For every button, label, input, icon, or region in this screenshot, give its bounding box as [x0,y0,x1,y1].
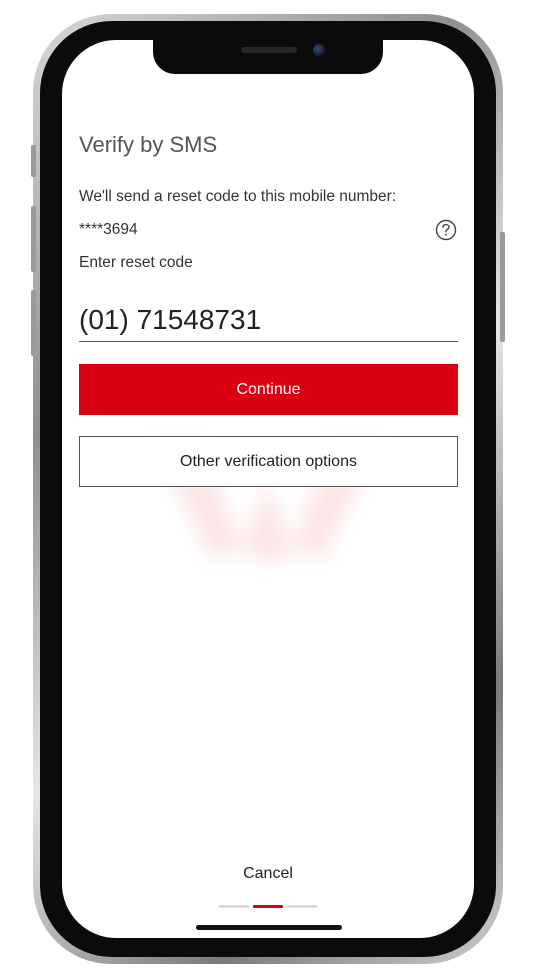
cancel-button[interactable]: Cancel [62,864,474,884]
progress-step-3 [287,905,317,908]
question-circle-icon[interactable] [435,219,457,241]
continue-button[interactable]: Continue [79,364,458,415]
speaker-grille [241,47,297,53]
front-camera [313,44,325,56]
other-verification-options-button[interactable]: Other verification options [79,436,458,487]
send-code-description: We'll send a reset code to this mobile n… [79,188,397,205]
reset-code-input[interactable] [79,302,458,342]
reset-code-label: Enter reset code [79,254,193,271]
canvas: Verify by SMS We'll send a reset code to… [0,0,535,976]
volume-up-button [31,206,36,272]
app-screen: Verify by SMS We'll send a reset code to… [62,40,474,938]
mute-switch [31,145,36,177]
home-indicator[interactable] [196,925,342,930]
progress-step-1 [219,905,249,908]
progress-step-2 [253,905,283,908]
power-button [500,232,505,342]
volume-down-button [31,290,36,356]
notch [153,40,383,74]
masked-mobile-number: ****3694 [79,221,138,238]
page-title: Verify by SMS [79,132,218,157]
